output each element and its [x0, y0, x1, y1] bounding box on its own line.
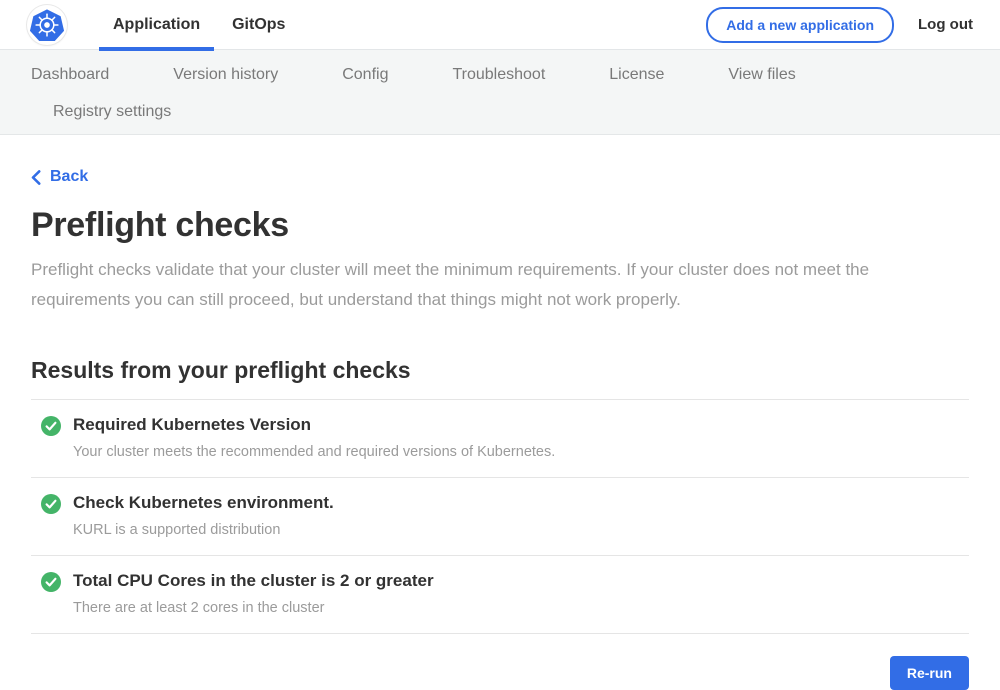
preflight-checks-list: Required Kubernetes Version Your cluster… — [31, 399, 969, 634]
subnav-item-dashboard[interactable]: Dashboard — [31, 66, 109, 84]
check-pass-icon — [41, 572, 61, 592]
tab-gitops-label: GitOps — [232, 16, 285, 34]
check-detail: There are at least 2 cores in the cluste… — [73, 600, 434, 616]
subnav-item-troubleshoot[interactable]: Troubleshoot — [452, 66, 545, 84]
check-item-kubernetes-version: Required Kubernetes Version Your cluster… — [31, 400, 969, 478]
check-item-kubernetes-environment: Check Kubernetes environment. KURL is a … — [31, 478, 969, 556]
footer-actions: Re-run — [31, 656, 969, 690]
subnav-item-view-files[interactable]: View files — [728, 66, 795, 84]
active-tab-underline — [99, 47, 214, 51]
subnav-row-1: Dashboard Version history Config Trouble… — [0, 50, 1000, 94]
back-link[interactable]: Back — [31, 168, 88, 186]
check-pass-icon — [41, 416, 61, 436]
check-detail: KURL is a supported distribution — [73, 522, 334, 538]
header-right: Add a new application Log out — [706, 7, 973, 43]
top-header: Application GitOps Add a new application… — [0, 0, 1000, 50]
subnav-item-registry-settings[interactable]: Registry settings — [53, 103, 171, 121]
results-heading: Results from your preflight checks — [31, 357, 969, 384]
subnav-item-version-history[interactable]: Version history — [173, 66, 278, 84]
preflight-page: Back Preflight checks Preflight checks v… — [0, 135, 1000, 690]
kubernetes-logo — [27, 5, 67, 45]
subnav-row-2: Registry settings — [0, 94, 1000, 134]
rerun-button[interactable]: Re-run — [890, 656, 969, 690]
tab-application[interactable]: Application — [99, 0, 214, 50]
page-title: Preflight checks — [31, 206, 969, 245]
page-description: Preflight checks validate that your clus… — [31, 255, 969, 315]
check-title: Check Kubernetes environment. — [73, 493, 334, 513]
subnav-item-license[interactable]: License — [609, 66, 664, 84]
check-item-cpu-cores: Total CPU Cores in the cluster is 2 or g… — [31, 556, 969, 634]
check-detail: Your cluster meets the recommended and r… — [73, 444, 555, 460]
primary-nav: Application GitOps — [99, 0, 303, 50]
logout-link[interactable]: Log out — [918, 16, 973, 33]
tab-application-label: Application — [113, 16, 200, 34]
check-pass-icon — [41, 494, 61, 514]
chevron-left-icon — [31, 170, 41, 185]
tab-gitops[interactable]: GitOps — [218, 0, 299, 50]
kubernetes-logo-icon — [30, 8, 64, 42]
subnav-item-config[interactable]: Config — [342, 66, 388, 84]
add-new-application-button[interactable]: Add a new application — [706, 7, 894, 43]
back-link-label: Back — [50, 168, 88, 186]
check-title: Total CPU Cores in the cluster is 2 or g… — [73, 571, 434, 591]
app-subnav: Dashboard Version history Config Trouble… — [0, 50, 1000, 135]
check-title: Required Kubernetes Version — [73, 415, 555, 435]
